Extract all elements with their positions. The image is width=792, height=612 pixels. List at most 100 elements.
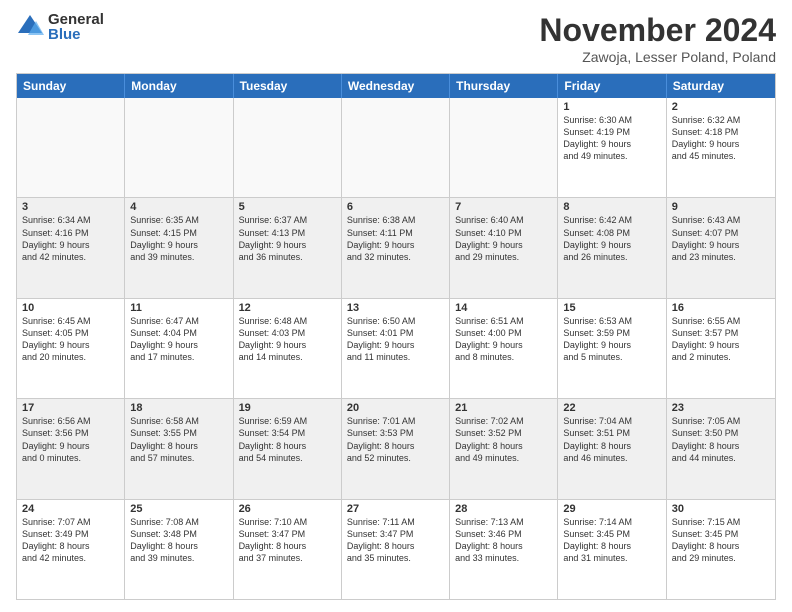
day-number: 12 [239, 302, 336, 314]
calendar-row: 24Sunrise: 7:07 AM Sunset: 3:49 PM Dayli… [17, 499, 775, 599]
day-info: Sunrise: 6:35 AM Sunset: 4:15 PM Dayligh… [130, 214, 227, 263]
calendar-cell [125, 98, 233, 197]
calendar-cell: 7Sunrise: 6:40 AM Sunset: 4:10 PM Daylig… [450, 198, 558, 297]
calendar-cell: 11Sunrise: 6:47 AM Sunset: 4:04 PM Dayli… [125, 299, 233, 398]
calendar-cell: 9Sunrise: 6:43 AM Sunset: 4:07 PM Daylig… [667, 198, 775, 297]
calendar-cell: 6Sunrise: 6:38 AM Sunset: 4:11 PM Daylig… [342, 198, 450, 297]
calendar-cell: 30Sunrise: 7:15 AM Sunset: 3:45 PM Dayli… [667, 500, 775, 599]
day-number: 8 [563, 201, 660, 213]
day-info: Sunrise: 7:07 AM Sunset: 3:49 PM Dayligh… [22, 516, 119, 565]
calendar-header-cell: Monday [125, 74, 233, 98]
day-number: 9 [672, 201, 770, 213]
calendar-cell [342, 98, 450, 197]
day-number: 30 [672, 503, 770, 515]
day-number: 20 [347, 402, 444, 414]
day-info: Sunrise: 7:13 AM Sunset: 3:46 PM Dayligh… [455, 516, 552, 565]
calendar-header-cell: Thursday [450, 74, 558, 98]
calendar-header-cell: Wednesday [342, 74, 450, 98]
calendar-header-cell: Tuesday [234, 74, 342, 98]
calendar-header-cell: Sunday [17, 74, 125, 98]
header: General Blue November 2024 Zawoja, Lesse… [16, 12, 776, 65]
day-info: Sunrise: 6:42 AM Sunset: 4:08 PM Dayligh… [563, 214, 660, 263]
day-number: 1 [563, 101, 660, 113]
logo-text: General Blue [48, 12, 104, 42]
calendar-cell: 2Sunrise: 6:32 AM Sunset: 4:18 PM Daylig… [667, 98, 775, 197]
calendar-cell: 4Sunrise: 6:35 AM Sunset: 4:15 PM Daylig… [125, 198, 233, 297]
day-info: Sunrise: 6:51 AM Sunset: 4:00 PM Dayligh… [455, 315, 552, 364]
calendar-cell: 24Sunrise: 7:07 AM Sunset: 3:49 PM Dayli… [17, 500, 125, 599]
day-info: Sunrise: 6:53 AM Sunset: 3:59 PM Dayligh… [563, 315, 660, 364]
calendar-cell [234, 98, 342, 197]
logo: General Blue [16, 12, 104, 42]
day-number: 17 [22, 402, 119, 414]
day-info: Sunrise: 6:43 AM Sunset: 4:07 PM Dayligh… [672, 214, 770, 263]
calendar-cell: 20Sunrise: 7:01 AM Sunset: 3:53 PM Dayli… [342, 399, 450, 498]
day-number: 15 [563, 302, 660, 314]
day-number: 3 [22, 201, 119, 213]
calendar-row: 10Sunrise: 6:45 AM Sunset: 4:05 PM Dayli… [17, 298, 775, 398]
calendar-header-cell: Saturday [667, 74, 775, 98]
calendar-cell: 23Sunrise: 7:05 AM Sunset: 3:50 PM Dayli… [667, 399, 775, 498]
calendar-cell: 22Sunrise: 7:04 AM Sunset: 3:51 PM Dayli… [558, 399, 666, 498]
day-info: Sunrise: 7:01 AM Sunset: 3:53 PM Dayligh… [347, 415, 444, 464]
calendar-cell: 14Sunrise: 6:51 AM Sunset: 4:00 PM Dayli… [450, 299, 558, 398]
day-number: 23 [672, 402, 770, 414]
day-number: 7 [455, 201, 552, 213]
day-info: Sunrise: 6:58 AM Sunset: 3:55 PM Dayligh… [130, 415, 227, 464]
day-info: Sunrise: 6:55 AM Sunset: 3:57 PM Dayligh… [672, 315, 770, 364]
calendar-cell: 13Sunrise: 6:50 AM Sunset: 4:01 PM Dayli… [342, 299, 450, 398]
day-info: Sunrise: 7:15 AM Sunset: 3:45 PM Dayligh… [672, 516, 770, 565]
day-number: 14 [455, 302, 552, 314]
title-block: November 2024 Zawoja, Lesser Poland, Pol… [539, 12, 776, 65]
day-number: 19 [239, 402, 336, 414]
day-number: 22 [563, 402, 660, 414]
calendar-cell: 16Sunrise: 6:55 AM Sunset: 3:57 PM Dayli… [667, 299, 775, 398]
calendar-row: 17Sunrise: 6:56 AM Sunset: 3:56 PM Dayli… [17, 398, 775, 498]
calendar-row: 3Sunrise: 6:34 AM Sunset: 4:16 PM Daylig… [17, 197, 775, 297]
day-info: Sunrise: 6:32 AM Sunset: 4:18 PM Dayligh… [672, 114, 770, 163]
day-number: 2 [672, 101, 770, 113]
calendar-cell [450, 98, 558, 197]
day-info: Sunrise: 7:08 AM Sunset: 3:48 PM Dayligh… [130, 516, 227, 565]
calendar-cell: 1Sunrise: 6:30 AM Sunset: 4:19 PM Daylig… [558, 98, 666, 197]
calendar-cell: 17Sunrise: 6:56 AM Sunset: 3:56 PM Dayli… [17, 399, 125, 498]
calendar-cell: 19Sunrise: 6:59 AM Sunset: 3:54 PM Dayli… [234, 399, 342, 498]
day-info: Sunrise: 7:02 AM Sunset: 3:52 PM Dayligh… [455, 415, 552, 464]
day-info: Sunrise: 7:05 AM Sunset: 3:50 PM Dayligh… [672, 415, 770, 464]
day-info: Sunrise: 6:37 AM Sunset: 4:13 PM Dayligh… [239, 214, 336, 263]
day-number: 4 [130, 201, 227, 213]
calendar-cell: 18Sunrise: 6:58 AM Sunset: 3:55 PM Dayli… [125, 399, 233, 498]
title-month: November 2024 [539, 12, 776, 49]
page: General Blue November 2024 Zawoja, Lesse… [0, 0, 792, 612]
calendar-header: SundayMondayTuesdayWednesdayThursdayFrid… [17, 74, 775, 98]
day-info: Sunrise: 6:50 AM Sunset: 4:01 PM Dayligh… [347, 315, 444, 364]
day-info: Sunrise: 7:11 AM Sunset: 3:47 PM Dayligh… [347, 516, 444, 565]
day-info: Sunrise: 6:40 AM Sunset: 4:10 PM Dayligh… [455, 214, 552, 263]
day-info: Sunrise: 6:45 AM Sunset: 4:05 PM Dayligh… [22, 315, 119, 364]
day-number: 28 [455, 503, 552, 515]
calendar-cell: 21Sunrise: 7:02 AM Sunset: 3:52 PM Dayli… [450, 399, 558, 498]
day-info: Sunrise: 7:14 AM Sunset: 3:45 PM Dayligh… [563, 516, 660, 565]
calendar-cell: 8Sunrise: 6:42 AM Sunset: 4:08 PM Daylig… [558, 198, 666, 297]
calendar-cell: 12Sunrise: 6:48 AM Sunset: 4:03 PM Dayli… [234, 299, 342, 398]
logo-blue-text: Blue [48, 27, 104, 42]
calendar-cell: 29Sunrise: 7:14 AM Sunset: 3:45 PM Dayli… [558, 500, 666, 599]
day-number: 18 [130, 402, 227, 414]
day-info: Sunrise: 6:34 AM Sunset: 4:16 PM Dayligh… [22, 214, 119, 263]
calendar-cell [17, 98, 125, 197]
day-info: Sunrise: 6:30 AM Sunset: 4:19 PM Dayligh… [563, 114, 660, 163]
day-number: 21 [455, 402, 552, 414]
calendar-body: 1Sunrise: 6:30 AM Sunset: 4:19 PM Daylig… [17, 98, 775, 599]
day-number: 25 [130, 503, 227, 515]
calendar-cell: 27Sunrise: 7:11 AM Sunset: 3:47 PM Dayli… [342, 500, 450, 599]
calendar-cell: 28Sunrise: 7:13 AM Sunset: 3:46 PM Dayli… [450, 500, 558, 599]
day-number: 5 [239, 201, 336, 213]
calendar: SundayMondayTuesdayWednesdayThursdayFrid… [16, 73, 776, 600]
day-info: Sunrise: 7:04 AM Sunset: 3:51 PM Dayligh… [563, 415, 660, 464]
day-number: 29 [563, 503, 660, 515]
day-number: 27 [347, 503, 444, 515]
day-info: Sunrise: 6:47 AM Sunset: 4:04 PM Dayligh… [130, 315, 227, 364]
day-number: 6 [347, 201, 444, 213]
day-info: Sunrise: 6:38 AM Sunset: 4:11 PM Dayligh… [347, 214, 444, 263]
day-number: 10 [22, 302, 119, 314]
